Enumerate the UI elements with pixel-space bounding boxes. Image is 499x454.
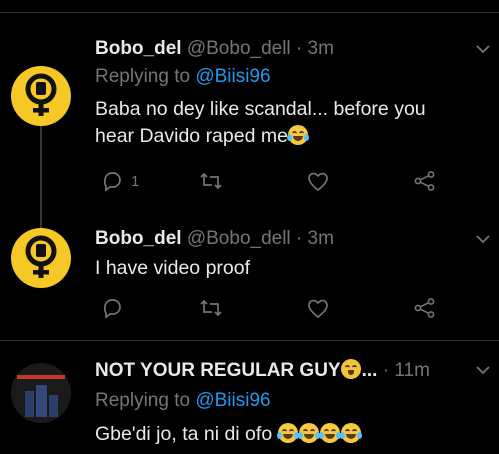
tweet-text: Baba no dey like scandal... before you h… [95, 96, 426, 150]
replying-prefix: Replying to [95, 66, 191, 87]
top-divider [0, 12, 499, 13]
female-fist-icon [25, 235, 57, 278]
city-logo-icon [17, 375, 65, 417]
heart-icon [308, 172, 328, 192]
reply-button[interactable]: 1 [101, 168, 139, 194]
like-button[interactable] [306, 295, 330, 321]
reply-count: 1 [131, 172, 140, 190]
mention-link[interactable]: @Biisi96 [195, 390, 270, 411]
name-ellipsis: ... [361, 360, 378, 381]
reply-button[interactable] [101, 295, 123, 321]
separator-dot: · [295, 38, 303, 59]
display-name[interactable]: Bobo_del [95, 228, 182, 249]
laughing-emoji-icon [286, 125, 309, 145]
replying-prefix: Replying to [95, 390, 191, 411]
tweet-header: Bobo_del @Bobo_dell · 3m [95, 38, 334, 60]
tweet-text-line-2: hear Davido raped me [95, 123, 426, 150]
thread-connector [40, 110, 42, 228]
tweet-text-line-1: Baba no dey like scandal... before you [95, 98, 426, 120]
laughing-emoji-icon [318, 423, 341, 443]
action-bar [95, 295, 475, 325]
laughing-emoji-icon [276, 423, 299, 443]
shushing-face-emoji-icon [340, 359, 361, 379]
action-bar: 1 [95, 168, 475, 198]
avatar[interactable] [11, 66, 71, 126]
mention-link[interactable]: @Biisi96 [195, 66, 270, 87]
retweet-button[interactable] [199, 295, 223, 321]
heart-icon [308, 299, 328, 319]
separator-dot: · [382, 360, 390, 381]
timestamp[interactable]: 11m [394, 360, 430, 381]
replying-to: Replying to @Biisi96 [95, 66, 271, 88]
retweet-button[interactable] [199, 168, 223, 194]
share-button[interactable] [413, 295, 437, 321]
tweet-text: Gbe'di jo, ta ni di ofo [95, 421, 362, 448]
replying-to: Replying to @Biisi96 [95, 390, 271, 412]
laughing-emoji-icon [297, 423, 320, 443]
tweet-divider [0, 340, 499, 341]
user-handle[interactable]: @Bobo_dell [187, 228, 291, 249]
share-button[interactable] [413, 168, 437, 194]
like-button[interactable] [306, 168, 330, 194]
display-name[interactable]: NOT YOUR REGULAR GUY [95, 360, 341, 381]
tweet-header: NOT YOUR REGULAR GUY... · 11m [95, 359, 430, 382]
laughing-emoji-icon [339, 423, 362, 443]
retweet-icon [200, 299, 222, 317]
tweet-text: I have video proof [95, 257, 251, 279]
reply-icon [103, 299, 121, 319]
chevron-down-icon[interactable] [474, 40, 492, 58]
tweet-text-line-2-text: hear Davido raped me [95, 125, 288, 147]
share-icon [414, 298, 435, 318]
separator-dot: · [295, 228, 303, 249]
tweet-header: Bobo_del @Bobo_dell · 3m [95, 228, 334, 250]
female-fist-icon [25, 73, 57, 116]
timestamp[interactable]: 3m [308, 38, 334, 59]
chevron-down-icon[interactable] [474, 230, 492, 248]
avatar[interactable] [11, 228, 71, 288]
share-icon [414, 171, 435, 191]
reply-icon [103, 172, 121, 192]
user-handle[interactable]: @Bobo_dell [187, 38, 291, 59]
display-name[interactable]: Bobo_del [95, 38, 182, 59]
retweet-icon [200, 172, 222, 190]
avatar[interactable] [11, 363, 71, 423]
tweet-text-content: Gbe'di jo, ta ni di ofo [95, 423, 273, 445]
chevron-down-icon[interactable] [474, 361, 492, 379]
timestamp[interactable]: 3m [308, 228, 334, 249]
